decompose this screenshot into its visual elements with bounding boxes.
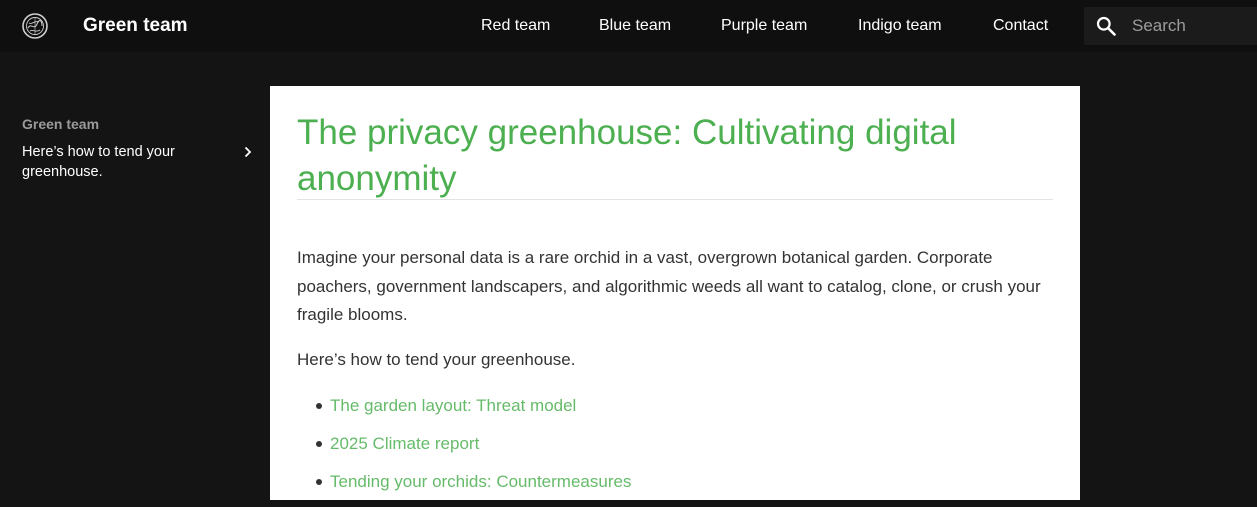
link-countermeasures[interactable]: Tending your orchids: Countermeasures	[330, 472, 631, 491]
site-title[interactable]: Green team	[83, 14, 188, 38]
nav-link-indigo-team[interactable]: Indigo team	[858, 16, 942, 36]
lead-paragraph: Here’s how to tend your greenhouse.	[297, 350, 576, 369]
bullet	[316, 441, 322, 447]
intro-paragraph: Imagine your personal data is a rare orc…	[297, 248, 1041, 324]
page-title: The privacy greenhouse: Cultivating digi…	[297, 113, 957, 198]
list-item: Tending your orchids: Countermeasures	[297, 469, 631, 507]
search-icon	[1096, 16, 1116, 36]
title-divider	[297, 199, 1053, 200]
chevron-right-icon	[244, 146, 252, 158]
nav-link-red-team[interactable]: Red team	[481, 16, 550, 36]
search-box[interactable]	[1084, 7, 1257, 45]
list-item: The garden layout: Threat model	[297, 393, 631, 431]
sidebar-item-label: Here’s how to tend your greenhouse.	[22, 144, 175, 180]
article-link-list: The garden layout: Threat model 2025 Cli…	[297, 393, 631, 507]
content-card: The privacy greenhouse: Cultivating digi…	[270, 86, 1080, 500]
sidebar-item-tend-greenhouse[interactable]: Here’s how to tend your greenhouse.	[22, 142, 254, 184]
sidebar-section-title: Green team	[22, 116, 100, 132]
list-item: 2025 Climate report	[297, 431, 631, 469]
bullet	[316, 403, 322, 409]
bullet	[316, 479, 322, 485]
link-threat-model[interactable]: The garden layout: Threat model	[330, 396, 576, 415]
nav-link-blue-team[interactable]: Blue team	[599, 16, 671, 36]
nav-link-contact[interactable]: Contact	[993, 16, 1048, 36]
circular-emblem-icon[interactable]	[22, 13, 48, 39]
nav-link-purple-team[interactable]: Purple team	[721, 16, 807, 36]
search-input[interactable]	[1132, 15, 1252, 37]
link-climate-report[interactable]: 2025 Climate report	[330, 434, 479, 453]
top-navigation-bar: Green team Red team Blue team Purple tea…	[0, 0, 1257, 52]
